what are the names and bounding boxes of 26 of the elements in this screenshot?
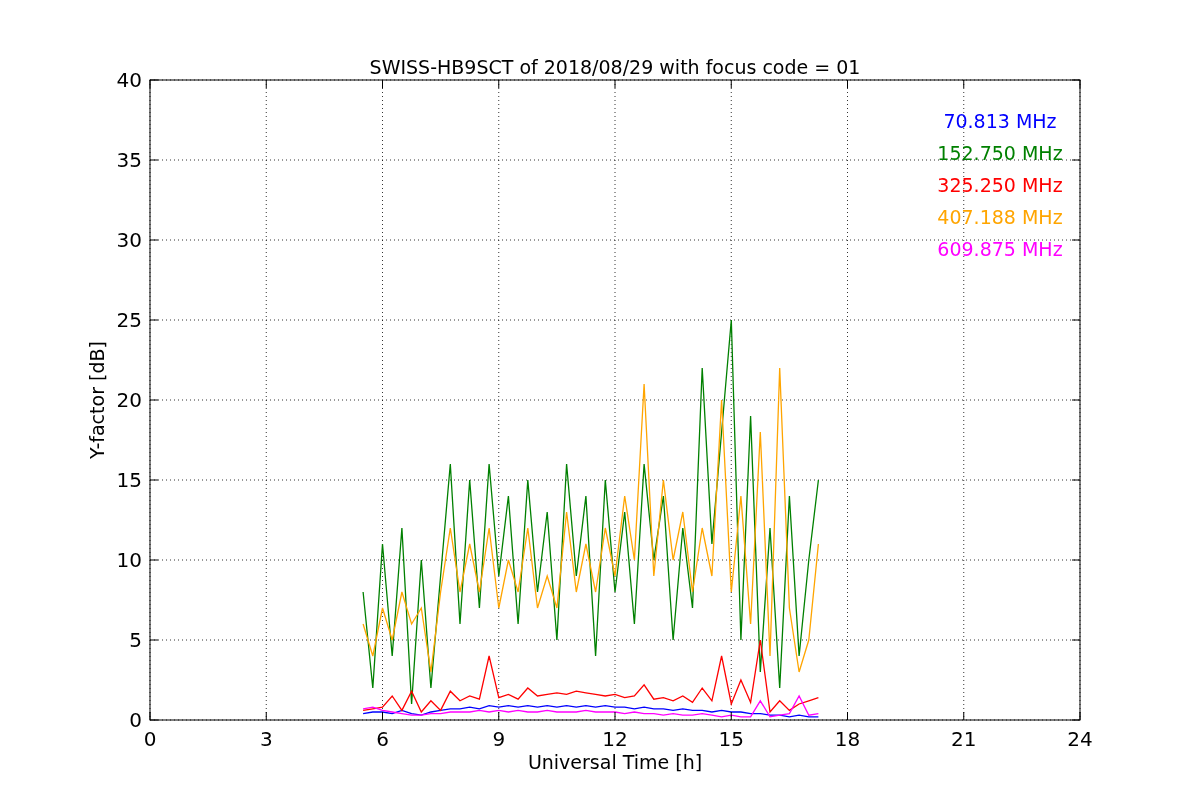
chart-title: SWISS-HB9SCT of 2018/08/29 with focus code = 01: [369, 56, 861, 78]
x-tick-label: 18: [834, 727, 861, 751]
x-tick-label: 0: [143, 727, 157, 751]
y-axis-label: Y-factor [dB]: [86, 341, 108, 459]
y-tick-label: 0: [129, 708, 142, 732]
x-tick-label: 6: [376, 727, 389, 751]
y-tick-label: 35: [116, 148, 142, 172]
y-tick-label: 5: [129, 628, 142, 652]
x-tick-label: 9: [492, 727, 506, 751]
y-tick-label: 30: [116, 228, 142, 252]
y-tick-label: 25: [116, 308, 142, 332]
x-tick-label: 24: [1067, 727, 1093, 751]
y-tick-label: 40: [116, 68, 142, 92]
x-tick-label: 3: [259, 727, 273, 751]
x-tick-label: 15: [718, 727, 744, 751]
x-tick-label: 21: [951, 727, 977, 751]
y-tick-label: 15: [116, 468, 142, 492]
legend-label: 407.188 MHz: [937, 206, 1063, 228]
x-tick-label: 12: [602, 727, 628, 751]
legend-label: 609.875 MHz: [937, 238, 1063, 260]
legend-label: 70.813 MHz: [943, 110, 1057, 132]
x-axis-label: Universal Time [h]: [527, 751, 703, 773]
y-tick-label: 20: [116, 388, 142, 412]
legend-label: 152.750 MHz: [937, 142, 1063, 164]
y-tick-label: 10: [116, 548, 142, 572]
legend-label: 325.250 MHz: [937, 174, 1063, 196]
